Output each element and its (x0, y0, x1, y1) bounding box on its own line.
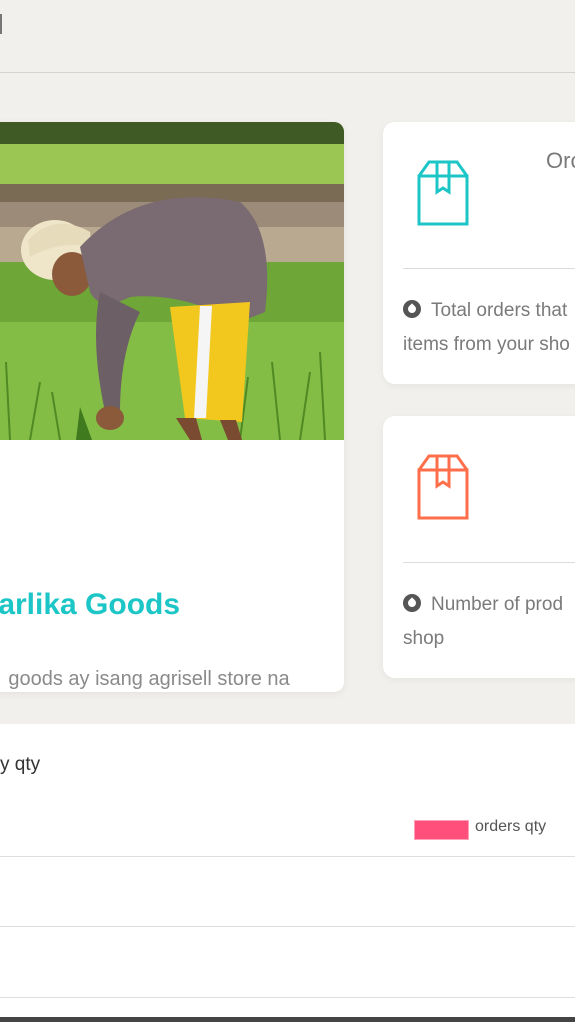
shop-description: goods ay isang agrisell store na nagbebe… (8, 668, 290, 690)
divider (403, 562, 575, 563)
orders-chart-panel: y qty orders qty (0, 724, 575, 1022)
chart-gridline (0, 926, 575, 927)
orders-stat-note: Total orders that items from your sho (403, 294, 575, 362)
box-icon (417, 454, 469, 520)
legend-swatch (414, 820, 469, 840)
compass-icon (403, 594, 421, 612)
legend-label: orders qty (475, 818, 547, 835)
scrollbar-track[interactable] (0, 1017, 575, 1022)
chart-title: y qty (0, 754, 41, 775)
shop-profile-card: harlika Goods goods ay isang agrisell st… (0, 122, 344, 692)
orders-stat-title: Orc (546, 148, 575, 173)
chart-gridline (0, 997, 575, 998)
menu-toggle[interactable] (0, 14, 2, 34)
compass-icon (403, 300, 421, 318)
shop-photo (0, 122, 344, 440)
shop-name: harlika Goods (0, 588, 181, 621)
products-stat-card[interactable]: Number of prod shop (383, 416, 575, 678)
chart-gridline (0, 856, 575, 857)
products-stat-note-text: Number of prod shop (403, 594, 564, 649)
products-stat-note: Number of prod shop (403, 588, 575, 656)
orders-stat-card[interactable]: Orc Total orders that items from your sh… (383, 122, 575, 384)
divider (403, 268, 575, 269)
orders-stat-note-text: Total orders that items from your sho (403, 300, 570, 355)
top-bar (0, 0, 575, 73)
box-icon (417, 160, 469, 226)
